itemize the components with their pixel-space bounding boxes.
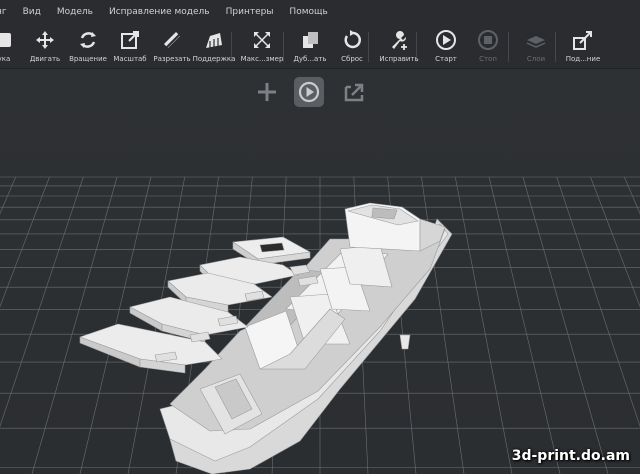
tool-label: Стоп <box>479 55 497 63</box>
tool-connect-button[interactable]: Под...ние <box>561 26 605 66</box>
cut-icon <box>164 32 182 50</box>
tool-layers-button[interactable]: Слои <box>514 26 558 66</box>
play-circle-view-button[interactable] <box>294 77 324 107</box>
load-icon <box>0 33 11 47</box>
tool-repair-button[interactable]: Исправить <box>377 26 421 66</box>
play-icon <box>436 30 456 50</box>
watermark: 3d-print.do.am <box>511 448 630 464</box>
tool-play-button[interactable]: Старт <box>424 26 468 66</box>
stop-icon <box>478 30 498 50</box>
menu-item-4[interactable]: Принтеры <box>218 7 282 17</box>
tool-label: Старт <box>435 55 457 63</box>
move-icon <box>36 31 54 49</box>
layers-icon <box>526 36 546 48</box>
tool-label: Под...ние <box>565 55 601 63</box>
rotate-icon <box>80 32 96 48</box>
tool-label: Двигать <box>29 55 61 63</box>
play-circle-icon <box>298 81 320 103</box>
menu-item-1[interactable]: Вид <box>15 7 49 17</box>
add-icon <box>258 83 276 101</box>
tool-move-button[interactable]: Двигать <box>23 26 67 66</box>
support-icon <box>206 33 222 48</box>
menu-item-5[interactable]: Помощь <box>281 7 335 17</box>
tool-label: Слои <box>526 55 546 63</box>
tool-label: Дуб...ать <box>293 55 327 63</box>
tool-label: Сброс <box>341 55 363 63</box>
tool-label: Вращение <box>69 55 107 63</box>
tool-support-button[interactable]: Поддержка <box>192 26 236 66</box>
tool-rotate-button[interactable]: Вращение <box>66 26 110 66</box>
menu-item-3[interactable]: Исправление модель <box>101 7 218 17</box>
tool-stop-button[interactable]: Стоп <box>466 26 510 66</box>
ship-model[interactable] <box>0 69 640 474</box>
duplicate-icon <box>303 32 318 48</box>
toolbar: ука Двигать Вращение Масштаб РазрезатьПоддер… <box>0 24 640 69</box>
menu-bar: нгВидМодельИсправление модельПринтерыПом… <box>0 0 640 24</box>
scale-icon <box>121 31 139 49</box>
tool-duplicate-button[interactable]: Дуб...ать <box>288 26 332 66</box>
tool-scale-button[interactable]: Масштаб <box>108 26 152 66</box>
tool-label: ука <box>0 55 11 63</box>
connect-icon <box>573 31 592 50</box>
menu-item-0[interactable]: нг <box>0 7 15 17</box>
tool-label: Разрезать <box>153 55 191 63</box>
menu-item-2[interactable]: Модель <box>49 7 101 17</box>
tool-label: Масштаб <box>113 55 147 63</box>
export-icon <box>344 83 364 102</box>
repair-icon <box>392 31 407 50</box>
tool-label: Исправить <box>379 55 419 63</box>
add-view-button[interactable] <box>252 77 282 107</box>
reset-icon <box>344 30 361 49</box>
tool-label: Макс...змер <box>240 55 284 63</box>
maximize-icon <box>254 32 270 48</box>
tool-label: Поддержка <box>192 55 236 63</box>
tool-reset-button[interactable]: Сброс <box>330 26 374 66</box>
3d-viewport[interactable]: 3d-print.do.am <box>0 69 640 474</box>
tool-maximize-button[interactable]: Макс...змер <box>240 26 284 66</box>
export-view-button[interactable] <box>339 77 369 107</box>
tool-cut-button[interactable]: Разрезать <box>150 26 194 66</box>
